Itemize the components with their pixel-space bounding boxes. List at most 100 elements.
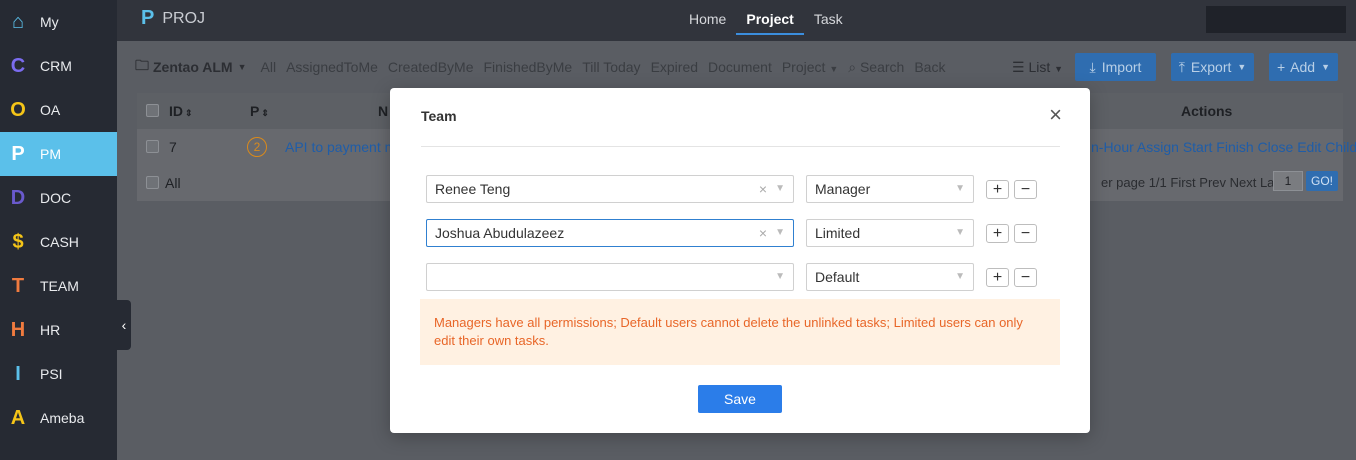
nav-task[interactable]: Task	[804, 0, 853, 41]
nav-project[interactable]: Project	[736, 0, 804, 35]
back-link[interactable]: Back	[914, 59, 945, 75]
column-id-label: ID	[169, 103, 183, 119]
view-list-button[interactable]: ☰ List ▼	[1012, 59, 1063, 76]
sidebar-item-psi[interactable]: I PSI	[0, 352, 117, 396]
nav-home[interactable]: Home	[679, 0, 736, 41]
caret-down-icon: ▼	[955, 227, 965, 238]
member-select[interactable]: ▼	[426, 263, 794, 291]
filter-document[interactable]: Document	[708, 59, 772, 75]
sidebar-item-ameba[interactable]: A Ameba	[0, 396, 117, 440]
minus-icon: −	[1020, 268, 1031, 286]
list-icon: ☰	[1012, 59, 1025, 75]
collapse-sidebar-button[interactable]: ‹	[117, 300, 131, 350]
save-button[interactable]: Save	[698, 385, 782, 413]
role-select[interactable]: Default ▼	[806, 263, 974, 291]
column-id[interactable]: ID ⇕	[169, 103, 193, 119]
sidebar-item-label: DOC	[40, 190, 72, 206]
column-priority[interactable]: P ⇕	[250, 103, 269, 119]
sidebar-item-label: HR	[40, 322, 61, 338]
role-select[interactable]: Limited ▼	[806, 219, 974, 247]
remove-row-button[interactable]: −	[1014, 268, 1037, 287]
search-link[interactable]: ⌕ Search	[848, 59, 904, 76]
close-icon[interactable]: ×	[1049, 104, 1062, 126]
clear-icon[interactable]: ×	[759, 220, 767, 246]
sidebar-item-team[interactable]: T TEAM	[0, 264, 117, 308]
sidebar-item-crm[interactable]: C CRM	[0, 44, 117, 88]
sidebar-item-label: Ameba	[40, 410, 85, 426]
filter-assigned-to-me[interactable]: AssignedToMe	[286, 59, 378, 75]
project-switcher[interactable]: 🗀 Zentao ALM ▼	[135, 55, 247, 79]
plus-icon: +	[992, 268, 1003, 286]
search-label: Search	[859, 58, 905, 75]
caret-down-icon: ▼	[775, 227, 785, 238]
sidebar-item-label: PM	[40, 146, 61, 162]
row-checkbox[interactable]	[146, 140, 159, 153]
export-label: Export	[1190, 59, 1232, 75]
select-all-checkbox[interactable]	[146, 104, 159, 117]
sidebar-item-oa[interactable]: O OA	[0, 88, 117, 132]
import-button[interactable]: ⤓ Import	[1075, 53, 1156, 81]
role-value: Manager	[815, 181, 871, 197]
row-id: 7	[169, 139, 177, 155]
sidebar-item-hr[interactable]: H HR	[0, 308, 117, 352]
add-row-button[interactable]: +	[986, 224, 1009, 243]
row-name-link[interactable]: API to payment me	[285, 139, 404, 155]
sidebar-item-pm[interactable]: P PM	[0, 132, 117, 176]
caret-down-icon: ▼	[955, 271, 965, 282]
filter-till-today[interactable]: Till Today	[582, 59, 640, 75]
dialog-title: Team	[421, 108, 457, 124]
sidebar-item-doc[interactable]: D DOC	[0, 176, 117, 220]
sidebar-item-my[interactable]: ⌂ My	[0, 0, 117, 44]
column-actions: Actions	[1181, 103, 1233, 119]
search-icon: ⌕	[848, 58, 857, 75]
filter-created-by-me[interactable]: CreatedByMe	[388, 59, 474, 75]
pager-text[interactable]: er page 1/1 First Prev Next Last	[1101, 175, 1285, 190]
top-nav: Home Project Task	[679, 0, 853, 41]
caret-down-icon: ▼	[829, 64, 839, 74]
filter-expired[interactable]: Expired	[651, 59, 698, 75]
column-name[interactable]: N	[378, 103, 388, 119]
go-button[interactable]: GO!	[1306, 171, 1338, 191]
minus-icon: −	[1020, 224, 1031, 242]
oa-icon: O	[10, 98, 26, 121]
caret-down-icon: ▼	[1321, 62, 1331, 72]
sidebar-item-cash[interactable]: $ CASH	[0, 220, 117, 264]
filter-all[interactable]: All	[261, 59, 277, 75]
role-value: Default	[815, 269, 860, 285]
user-menu[interactable]	[1206, 6, 1346, 33]
import-label: Import	[1101, 59, 1142, 75]
filter-project[interactable]: Project ▼	[782, 59, 838, 75]
remove-row-button[interactable]: −	[1014, 224, 1037, 243]
filter-finished-by-me[interactable]: FinishedByMe	[484, 59, 573, 75]
sidebar-item-label: CASH	[40, 234, 79, 250]
brand-label: PROJ	[162, 9, 206, 27]
remove-row-button[interactable]: −	[1014, 180, 1037, 199]
sidebar-item-label: OA	[40, 102, 61, 118]
team-member-row: Joshua Abudulazeez × ▼ Limited ▼ + −	[426, 219, 1046, 249]
add-button[interactable]: + Add ▼	[1269, 53, 1338, 81]
doc-icon: D	[10, 186, 26, 209]
export-button[interactable]: ⤒ Export ▼	[1171, 53, 1254, 81]
add-row-button[interactable]: +	[986, 180, 1009, 199]
add-row-button[interactable]: +	[986, 268, 1009, 287]
role-select[interactable]: Manager ▼	[806, 175, 974, 203]
footer-select-all-checkbox[interactable]	[146, 176, 159, 189]
list-label: List	[1028, 59, 1051, 75]
crm-icon: C	[10, 54, 26, 77]
my-icon: ⌂	[11, 10, 25, 33]
member-select[interactable]: Joshua Abudulazeez × ▼	[426, 219, 794, 247]
clear-icon[interactable]: ×	[759, 176, 767, 202]
team-member-row: Renee Teng × ▼ Manager ▼ + −	[426, 175, 1046, 205]
row-actions[interactable]: n-Hour Assign Start Finish Close Edit Ch…	[1091, 139, 1356, 155]
member-value: Renee Teng	[435, 181, 511, 197]
brand: P PROJ	[141, 7, 205, 30]
page-input[interactable]: 1	[1273, 171, 1303, 191]
top-bar: P PROJ Home Project Task	[117, 0, 1356, 41]
member-select[interactable]: Renee Teng × ▼	[426, 175, 794, 203]
cash-icon: $	[12, 230, 24, 253]
add-label: Add	[1290, 59, 1316, 75]
chevron-left-icon: ‹	[121, 317, 127, 333]
sidebar-item-label: PSI	[40, 366, 63, 382]
folder-icon: 🗀	[135, 57, 149, 73]
pm-icon: P	[11, 142, 25, 165]
